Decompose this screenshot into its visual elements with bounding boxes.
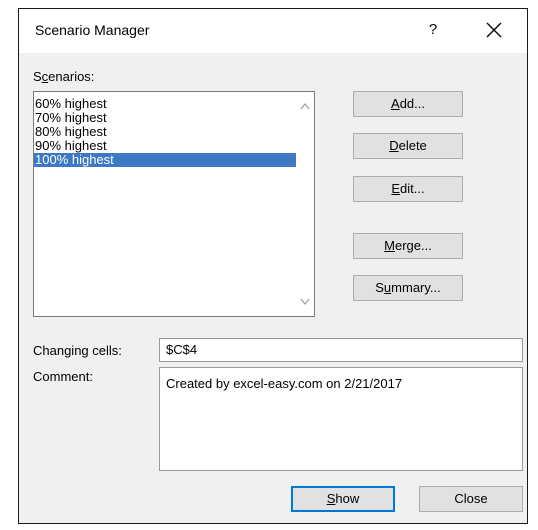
add-button[interactable]: Add... (353, 91, 463, 117)
delete-button[interactable]: Delete (353, 133, 463, 159)
scenario-manager-dialog: Scenario Manager ? Scenarios: 60% highes… (18, 8, 528, 524)
list-item[interactable]: 60% highest (34, 97, 296, 111)
scroll-down-icon[interactable] (300, 298, 310, 306)
list-item[interactable]: 80% highest (34, 125, 296, 139)
show-button[interactable]: Show (291, 486, 395, 512)
merge-button[interactable]: Merge... (353, 233, 463, 259)
dialog-title: Scenario Manager (35, 22, 150, 38)
close-button[interactable] (480, 17, 508, 43)
listbox-scrollbar[interactable] (296, 92, 314, 316)
comment-label: Comment: (33, 369, 93, 384)
edit-button[interactable]: Edit... (353, 176, 463, 202)
list-item-selected[interactable]: 100% highest (34, 153, 296, 167)
list-item[interactable]: 90% highest (34, 139, 296, 153)
close-icon (486, 22, 502, 38)
summary-button[interactable]: Summary... (353, 275, 463, 301)
close-dialog-button[interactable]: Close (419, 486, 523, 512)
changing-cells-field[interactable]: $C$4 (159, 338, 523, 362)
title-bar: Scenario Manager ? (19, 9, 527, 53)
scenarios-listbox[interactable]: 60% highest 70% highest 80% highest 90% … (33, 91, 315, 317)
comment-textarea[interactable]: Created by excel-easy.com on 2/21/2017 (159, 367, 523, 471)
scenarios-label: Scenarios: (33, 69, 95, 84)
changing-cells-label: Changing cells: (33, 343, 122, 358)
list-item[interactable]: 70% highest (34, 111, 296, 125)
help-button[interactable]: ? (420, 17, 446, 43)
scroll-up-icon[interactable] (300, 102, 310, 110)
